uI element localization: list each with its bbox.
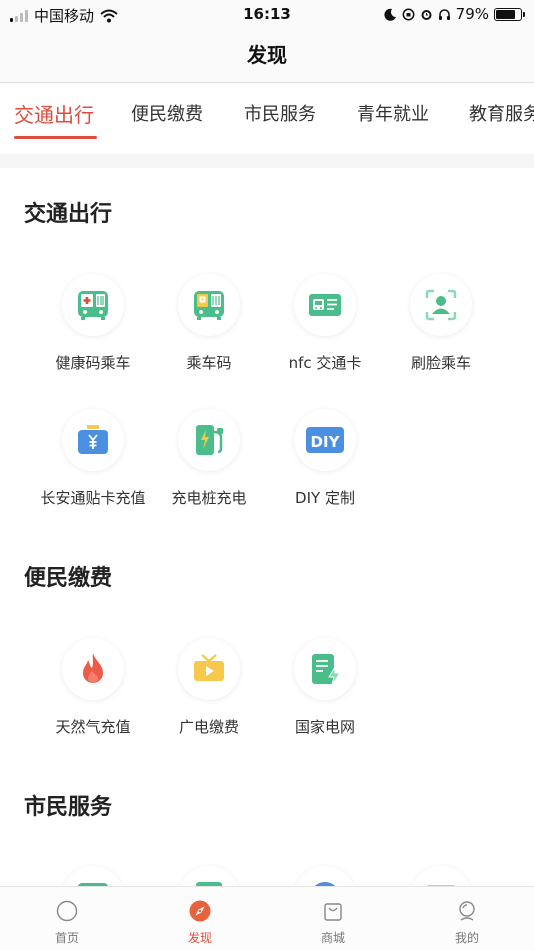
- tabbar-label: 发现: [187, 931, 212, 945]
- profile-icon: [455, 899, 479, 923]
- orientation-lock-icon: [402, 8, 415, 20]
- service-label: DIY 定制: [295, 489, 355, 507]
- service-icon-wrap: [178, 274, 240, 336]
- service-bus-qr-code[interactable]: 乘车码: [144, 274, 274, 373]
- headphones-icon: [438, 8, 450, 20]
- service-label: 天然气充值: [55, 718, 131, 736]
- service-icon-wrap: [62, 409, 124, 471]
- service-card-recharge[interactable]: 长安通贴卡充值: [28, 409, 158, 508]
- service-list: 交通出行 健康码乘车 乘车码 nfc 交通卡 刷脸乘车 长安通贴卡充值 充电桩充…: [0, 168, 534, 886]
- service-charging-pile[interactable]: 充电桩充电: [144, 409, 274, 508]
- battery-percent: 79%: [455, 5, 489, 23]
- section-title-transport: 交通出行: [24, 202, 113, 227]
- tabbar-label: 我的: [454, 931, 479, 945]
- tab-youth-employment[interactable]: 青年就业: [357, 100, 429, 126]
- service-icon-wrap: [294, 274, 356, 336]
- tabbar-label: 首页: [54, 931, 79, 945]
- diy-icon: DIY: [306, 427, 344, 453]
- service-label: 国家电网: [294, 718, 355, 736]
- tv-icon: [194, 654, 224, 681]
- service-label: 健康码乘车: [55, 354, 131, 372]
- charging-pile-icon: [196, 425, 223, 455]
- service-citizen-item[interactable]: [376, 866, 506, 886]
- bus-qr-code-icon: [194, 291, 224, 320]
- tab-utility-payment[interactable]: 便民缴费: [131, 100, 203, 126]
- service-icon-wrap: [294, 866, 356, 886]
- tabbar-profile[interactable]: 我的: [432, 899, 502, 946]
- service-icon: [196, 882, 222, 886]
- power-grid-icon: [312, 654, 341, 686]
- navigation-bar: 发现: [0, 28, 534, 83]
- service-label: 长安通贴卡充值: [40, 489, 146, 507]
- face-scan-icon: [425, 289, 457, 321]
- battery-fill: [496, 9, 515, 19]
- card-recharge-icon: [78, 425, 108, 454]
- category-tabs: 交通出行 便民缴费 市民服务 青年就业 教育服务: [0, 84, 534, 154]
- service-label: 乘车码: [186, 354, 232, 372]
- tabbar-home[interactable]: 首页: [32, 899, 102, 946]
- moon-icon: [384, 8, 396, 21]
- service-icon-wrap: [62, 866, 124, 886]
- service-icon: [314, 882, 336, 886]
- section-title-citizen-service: 市民服务: [24, 795, 113, 820]
- service-health-code-bus[interactable]: 健康码乘车: [28, 274, 158, 373]
- service-icon-wrap: [410, 274, 472, 336]
- shop-bag-icon: [321, 899, 345, 923]
- flame-icon: [83, 653, 103, 683]
- service-state-grid[interactable]: 国家电网: [260, 638, 390, 737]
- status-bar: 中国移动 16:13 79%: [0, 0, 534, 28]
- active-tab-indicator: [14, 136, 97, 139]
- service-citizen-item[interactable]: [260, 866, 390, 886]
- page-title: 发现: [247, 43, 287, 67]
- tabbar-shop[interactable]: 商城: [298, 899, 368, 946]
- nfc-transit-card-icon: [309, 294, 341, 316]
- tabbar-label: 商城: [320, 931, 345, 945]
- service-icon: [78, 883, 108, 886]
- tab-citizen-service[interactable]: 市民服务: [244, 100, 316, 126]
- service-icon-wrap: [62, 274, 124, 336]
- section-title-utility-payment: 便民缴费: [24, 566, 113, 591]
- service-icon-wrap: [178, 866, 240, 886]
- home-icon: [55, 899, 79, 923]
- service-citizen-item[interactable]: [28, 866, 158, 886]
- service-diy[interactable]: DIY DIY 定制: [260, 409, 390, 508]
- service-label: nfc 交通卡: [288, 354, 362, 372]
- svg-text:DIY: DIY: [311, 433, 341, 451]
- service-gas-recharge[interactable]: 天然气充值: [28, 638, 158, 737]
- tabbar-discover[interactable]: 发现: [165, 899, 235, 946]
- service-face-scan[interactable]: 刷脸乘车: [376, 274, 506, 373]
- health-code-bus-icon: [78, 291, 108, 320]
- service-icon-wrap: [178, 409, 240, 471]
- service-icon-wrap: [410, 866, 472, 886]
- service-citizen-item[interactable]: [144, 866, 274, 886]
- tab-education-service[interactable]: 教育服务: [469, 100, 534, 126]
- service-icon-wrap: [294, 638, 356, 700]
- tab-transport[interactable]: 交通出行: [14, 99, 94, 128]
- alarm-icon: [421, 9, 432, 20]
- service-icon-wrap: DIY: [294, 409, 356, 471]
- service-icon-wrap: [178, 638, 240, 700]
- service-icon: [426, 885, 456, 886]
- bottom-tab-bar: 首页 发现 商城 我的: [0, 886, 534, 950]
- service-icon-wrap: [62, 638, 124, 700]
- service-label: 充电桩充电: [171, 489, 247, 507]
- service-tv-payment[interactable]: 广电缴费: [144, 638, 274, 737]
- status-right: 79%: [384, 5, 525, 23]
- service-label: 广电缴费: [178, 718, 239, 736]
- compass-icon: [188, 899, 212, 923]
- service-nfc-transit-card[interactable]: nfc 交通卡: [260, 274, 390, 373]
- battery-icon: [494, 7, 525, 21]
- service-label: 刷脸乘车: [410, 354, 471, 372]
